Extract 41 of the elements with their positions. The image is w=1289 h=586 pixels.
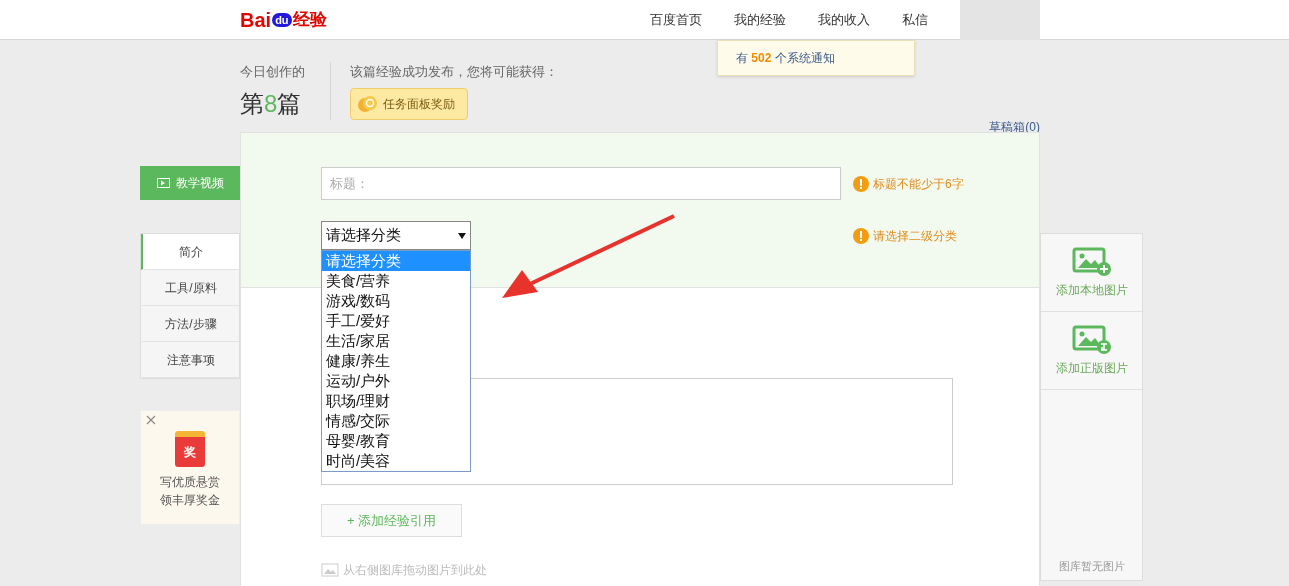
warning-icon [853,227,869,244]
promo-card[interactable]: 奖 写优质悬赏 领丰厚奖金 [140,410,240,525]
coin-icon [357,93,379,114]
nav-link[interactable]: 百度首页 [650,9,702,30]
dropdown-option[interactable]: 职场/理财 [322,391,470,411]
warning-text: 请选择二级分类 [873,227,957,245]
video-icon [156,178,170,188]
title-field[interactable]: 标题： [321,167,841,200]
drag-hint: 从右侧图库拖动图片到此处 [343,562,487,579]
reward-note: 该篇经验成功发布，您将可能获得： [350,63,558,81]
dropdown-option[interactable]: 游戏/数码 [322,291,470,311]
dropdown-option[interactable]: 美食/营养 [322,271,470,291]
dropdown-option[interactable]: 健康/养生 [322,351,470,371]
dropdown-option[interactable]: 母婴/教育 [322,431,470,451]
dropdown-option[interactable]: 情感/交际 [322,411,470,431]
caret-icon [458,232,466,239]
image-licensed-icon [1071,324,1112,355]
close-icon[interactable] [146,415,156,425]
image-add-icon [1071,246,1112,277]
article-count: 第8篇 [240,88,303,119]
dropdown-option[interactable]: 生活/家居 [322,331,470,351]
warning-text: 标题不能少于6字 [873,175,964,193]
nav-link[interactable]: 我的经验 [734,9,786,30]
section-tab[interactable]: 工具/原料 [141,270,239,306]
nav-link[interactable]: 我的收入 [818,9,870,30]
empty-library-text: 图库暂无图片 [1057,558,1126,574]
notification-popup[interactable]: 有 502 个系统通知 [717,40,915,76]
reward-button[interactable]: 任务面板奖励 [350,87,468,120]
envelope-icon: 奖 [175,431,205,467]
section-tab[interactable]: 注意事项 [141,342,239,378]
dropdown-option[interactable]: 手工/爱好 [322,311,470,331]
category-select[interactable]: 请选择分类 [321,221,471,250]
section-tab[interactable]: 简介 [141,234,239,270]
promo-text: 写优质悬赏 领丰厚奖金 [160,474,220,509]
today-label: 今日创作的 [240,63,306,81]
dropdown-option[interactable]: 运动/户外 [322,371,470,391]
image-icon [321,563,339,577]
warning-icon [853,175,869,192]
dropdown-option[interactable]: 时尚/美容 [322,451,470,471]
section-tab[interactable]: 方法/步骤 [141,306,239,342]
nav-link[interactable]: 私信 [902,9,928,30]
